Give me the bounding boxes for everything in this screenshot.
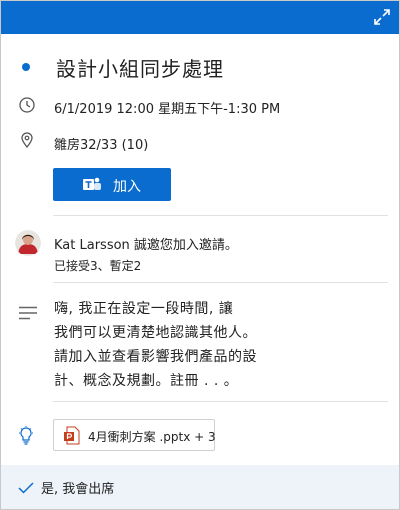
location-pin-icon [21, 132, 33, 149]
lightbulb-icon [19, 426, 33, 445]
response-summary: 已接受3、暫定2 [54, 259, 142, 273]
divider [53, 282, 388, 283]
header-bar [1, 1, 399, 34]
clock-icon [19, 97, 35, 113]
event-datetime: 6/1/2019 12:00 星期五下午-1:30 PM [54, 102, 281, 117]
rsvp-footer[interactable]: 是, 我會出席 [1, 465, 399, 509]
event-card: 設計小組同步處理 6/1/2019 12:00 星期五下午-1:30 PM 雛房… [0, 0, 400, 510]
rsvp-response: 是, 我會出席 [41, 482, 115, 497]
expand-icon [374, 9, 390, 25]
join-button[interactable]: 加入 [53, 168, 171, 201]
notes-line: 我們可以更清楚地認識其他人。 [54, 325, 257, 341]
event-title-row: 設計小組同步處理 [1, 51, 399, 87]
event-title: 設計小組同步處理 [56, 57, 224, 81]
avatar [15, 230, 41, 256]
status-dot [22, 63, 30, 71]
invite-message: Kat Larsson 誠邀您加入邀請。 [54, 238, 238, 253]
powerpoint-icon [64, 426, 80, 445]
divider [53, 401, 388, 402]
notes-icon [19, 306, 37, 320]
event-notes: 嗨, 我正在設定一段時間, 讓 我們可以更清楚地認識其他人。 請加入並查看影響我… [54, 297, 384, 393]
notes-line: 嗨, 我正在設定一段時間, 讓 [54, 301, 234, 317]
attachment-chip[interactable]: 4月衝刺方案 .pptx + 3 [53, 419, 216, 451]
notes-line: 請加入並查看影響我們產品的設 [54, 349, 257, 365]
notes-line: 計、概念及規劃。註冊 . . 。 [54, 373, 239, 389]
divider [53, 215, 388, 216]
join-button-label: 加入 [113, 178, 141, 194]
teams-icon [83, 177, 101, 190]
event-location: 雛房32/33 (10) [54, 138, 149, 153]
expand-button[interactable] [371, 6, 393, 28]
checkmark-icon [18, 482, 34, 494]
attachment-label: 4月衝刺方案 .pptx + 3 [88, 430, 216, 444]
